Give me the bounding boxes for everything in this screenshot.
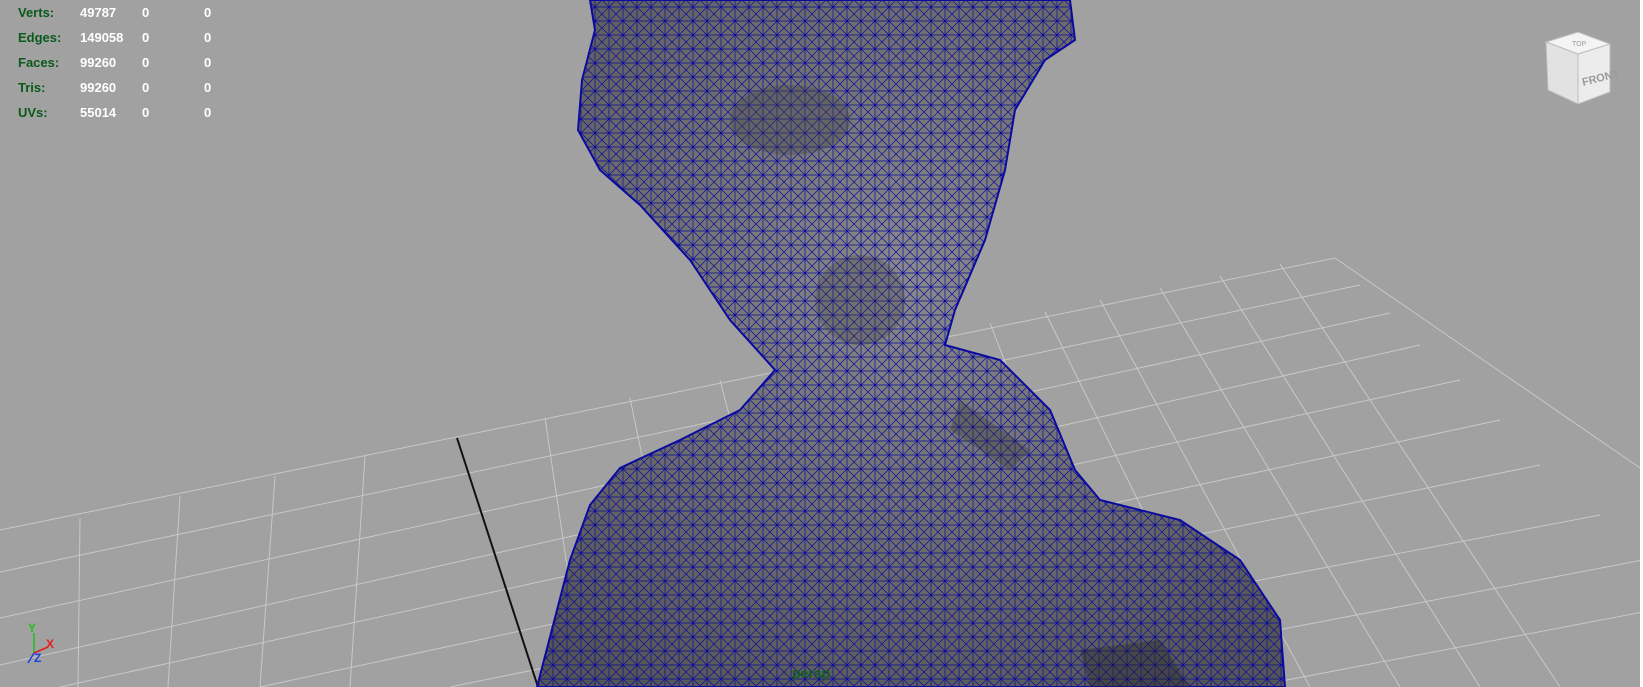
hud-value: 0 [142, 55, 150, 70]
hud-label: Tris: [18, 80, 46, 95]
axis-gizmo: Y X Z [22, 621, 62, 670]
hud-row-verts: Verts: 49787 0 0 [18, 0, 244, 25]
viewcube-icon[interactable]: TOP FRONT [1538, 28, 1622, 112]
scene-canvas[interactable] [0, 0, 1643, 687]
hud-value: 0 [204, 80, 212, 95]
axis-x-label: X [46, 637, 55, 651]
hud-label: Verts: [18, 5, 55, 20]
viewcube-top-label: TOP [1572, 41, 1587, 48]
hud-value: 0 [204, 5, 212, 20]
hud-value: 49787 [80, 5, 117, 20]
3d-viewport[interactable]: Verts: 49787 0 0 Edges: 149058 0 0 Faces… [0, 0, 1643, 687]
poly-count-hud: Verts: 49787 0 0 Edges: 149058 0 0 Faces… [18, 0, 244, 125]
camera-name-label: persp [792, 665, 831, 681]
hud-value: 55014 [80, 105, 117, 120]
hud-value: 149058 [80, 30, 124, 45]
hud-value: 99260 [80, 80, 117, 95]
hud-value: 0 [204, 55, 212, 70]
hud-row-faces: Faces: 99260 0 0 [18, 50, 244, 75]
axis-y-label: Y [28, 621, 37, 635]
hud-value: 0 [142, 80, 150, 95]
axis-z-label: Z [34, 651, 42, 665]
hud-value: 0 [142, 105, 150, 120]
hud-label: UVs: [18, 105, 48, 120]
hud-row-edges: Edges: 149058 0 0 [18, 25, 244, 50]
hud-value: 0 [142, 5, 150, 20]
origin-axis-line [456, 437, 539, 687]
hud-label: Faces: [18, 55, 60, 70]
hud-value: 0 [204, 30, 212, 45]
hud-value: 0 [142, 30, 150, 45]
mesh-object [535, 0, 1287, 687]
hud-value: 0 [204, 105, 212, 120]
hud-row-uvs: UVs: 55014 0 0 [18, 100, 244, 125]
hud-label: Edges: [18, 30, 62, 45]
hud-row-tris: Tris: 99260 0 0 [18, 75, 244, 100]
hud-value: 99260 [80, 55, 117, 70]
